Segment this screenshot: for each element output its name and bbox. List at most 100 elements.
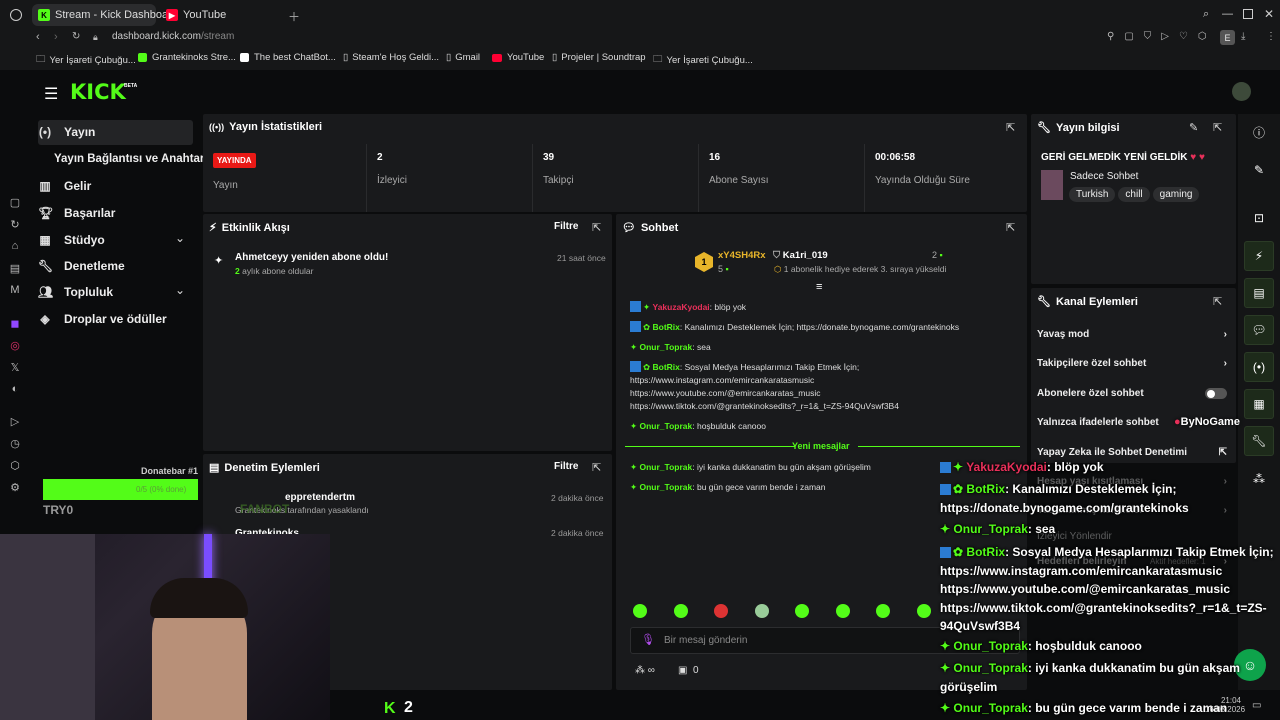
leader-name[interactable]: xY4SH4Rx — [718, 250, 766, 261]
sidebar-item-droplar[interactable]: ◈ Droplar ve ödüller — [38, 307, 166, 331]
sidebar-item-studyo[interactable]: ▦ Stüdyo — [38, 228, 104, 252]
browser-side-icon[interactable]: ▢ — [4, 196, 26, 209]
popout-icon[interactable]: ⇱ — [1006, 221, 1015, 234]
instagram-icon[interactable]: ◎ — [4, 339, 26, 352]
collapse-icon[interactable]: ≡ — [816, 281, 822, 293]
tab-youtube[interactable]: ▶ YouTube — [160, 4, 280, 26]
chat-icon[interactable]: 💬︎ — [1244, 315, 1274, 345]
play-icon[interactable]: ▷ — [4, 415, 26, 428]
kick-logo[interactable]: KICK — [70, 80, 126, 104]
emote-icon[interactable] — [714, 604, 728, 618]
emote-icon[interactable] — [674, 604, 688, 618]
bookmark-gmail[interactable]: ▯ Gmail — [446, 52, 480, 63]
history-icon[interactable]: ↻ — [4, 218, 26, 231]
bookmark-youtube[interactable]: YouTube — [492, 52, 544, 63]
clock-icon[interactable]: ◷ — [4, 437, 26, 450]
hamburger-menu-icon[interactable]: ☰ — [44, 84, 58, 104]
wallet-icon[interactable]: ▤ — [4, 262, 26, 275]
subscribers-only[interactable]: Abonelere özel sohbet — [1037, 388, 1227, 399]
bookmark-steam[interactable]: ▯ Steam'e Hoş Geldi... — [343, 52, 439, 63]
x-icon[interactable]: 𝕏 — [4, 361, 26, 374]
sidebar-item-denetleme[interactable]: 🔧︎ Denetleme — [38, 254, 125, 278]
chat-message: ✦ Onur_Toprak: hoşbulduk canooo — [630, 421, 766, 431]
info-icon[interactable]: ⓘ — [1244, 117, 1274, 147]
popout-icon[interactable]: ⇱ — [1006, 121, 1015, 134]
search-tabs-icon[interactable]: ⌕ — [1203, 8, 1209, 21]
people-icon: 👥︎ — [38, 285, 54, 299]
mail-icon[interactable]: M — [4, 284, 26, 296]
tab-kick-dashboard[interactable]: K Stream - Kick Dashboard — [32, 4, 178, 26]
stat-viewers: 2 İzleyici — [367, 144, 533, 212]
bookmark-grantekinoks[interactable]: Grantekinoks Stre... — [138, 52, 236, 63]
sidebar-item-gelir[interactable]: ▥ Gelir — [38, 174, 91, 198]
emote-icon[interactable] — [755, 604, 769, 618]
bookmark-chatbot[interactable]: The best ChatBot... — [240, 52, 336, 63]
points-row[interactable]: ⁂ ∞ — [635, 665, 655, 676]
stat-live: YAYINDA Yayın — [203, 144, 367, 212]
tab-title: YouTube — [183, 9, 227, 21]
mod-log-icon[interactable]: ▦ — [1244, 389, 1274, 419]
notification-icon[interactable]: ▭ — [1252, 700, 1261, 711]
profile-avatar[interactable]: E — [1220, 30, 1235, 45]
menu-icon[interactable]: ⋮ — [1266, 31, 1276, 42]
store-icon[interactable]: ⌂ — [4, 240, 26, 252]
stat-value: 39 — [543, 152, 555, 163]
settings-icon[interactable]: ⚙ — [4, 481, 26, 494]
forward-icon[interactable]: › — [54, 31, 58, 43]
new-tab-icon[interactable]: ＋ — [288, 8, 300, 25]
document-icon[interactable]: ▤ — [1244, 278, 1274, 308]
popout-icon[interactable]: ⇱ — [1213, 295, 1222, 308]
downloads-icon[interactable]: ⤓ — [1241, 31, 1245, 42]
stream-info-header: 🔧︎ Yayın bilgisi — [1037, 121, 1120, 135]
emote-icon[interactable] — [917, 604, 931, 618]
chart-icon: ▥ — [39, 179, 51, 193]
leader2[interactable]: ⛉ Ka1ri_019 — [773, 250, 828, 261]
followers-only[interactable]: Takipçilere özel sohbet › — [1037, 358, 1227, 369]
sidebar-item-basarilar[interactable]: 🏆︎ Başarılar — [38, 201, 115, 225]
popout-icon[interactable]: ⇱ — [592, 221, 601, 234]
broadcast-icon[interactable]: (•) — [1244, 352, 1274, 382]
bookmark-soundtrap[interactable]: ▯ Projeler | Soundtrap — [552, 52, 646, 63]
edit-icon[interactable]: ✎ — [1189, 121, 1198, 134]
filter-button[interactable]: Filtre — [554, 461, 578, 472]
reload-icon[interactable]: ↻ — [72, 31, 80, 42]
chevron-down-icon[interactable]: ⌄ — [175, 283, 185, 297]
close-window-icon[interactable]: ✕ — [1264, 7, 1274, 21]
maximize-icon[interactable] — [1243, 9, 1253, 19]
gift-row[interactable]: ▣ 0 — [678, 665, 699, 676]
back-icon[interactable]: ‹ — [36, 31, 40, 43]
stat-label: Takipçi — [543, 175, 574, 186]
lightning-icon[interactable]: ⚡︎ — [1244, 241, 1274, 271]
user-avatar[interactable] — [1232, 82, 1251, 101]
emote-icon[interactable] — [633, 604, 647, 618]
edit-icon[interactable]: ✎ — [1244, 155, 1274, 185]
filter-button[interactable]: Filtre — [554, 221, 578, 232]
url-field[interactable]: dashboard.kick.com/stream — [112, 31, 234, 42]
emote-icon[interactable] — [836, 604, 850, 618]
bookmark-folder-2[interactable]: 🗀︎ Yer İşareti Çubuğu... — [653, 52, 753, 68]
emote-icon[interactable] — [876, 604, 890, 618]
popout-icon[interactable]: ⇱ — [1213, 121, 1222, 134]
puzzle-icon[interactable]: ⬡ — [4, 459, 26, 472]
sidebar-item-yayin[interactable]: (•) Yayın — [38, 120, 95, 144]
event-time: 21 saat önce — [557, 253, 606, 263]
toggle-switch[interactable] — [1205, 388, 1227, 399]
extension-icons[interactable]: ⚲▢⛉▷♡⬡ — [1107, 31, 1217, 42]
ai-moderation[interactable]: Yapay Zeka ile Sohbet Denetimi ⇱ — [1037, 447, 1227, 458]
chevron-down-icon[interactable]: ⌄ — [175, 231, 185, 245]
emote-icon[interactable] — [795, 604, 809, 618]
slow-mode[interactable]: Yavaş mod › — [1037, 329, 1227, 340]
bookmark-folder[interactable]: 🗀︎ Yer İşareti Çubuğu... — [36, 52, 136, 68]
app-root: K Stream - Kick Dashboard ▶ YouTube ＋ ⌕ … — [0, 0, 1280, 720]
minimize-icon[interactable]: — — [1222, 8, 1233, 20]
browser-logo-icon[interactable] — [10, 9, 22, 21]
discord-icon[interactable]: ◐ — [4, 383, 26, 395]
emote-only[interactable]: Yalnızca ifadelerle sohbet — [1037, 417, 1167, 428]
sidebar-item-stream-key[interactable]: Yayın Bağlantısı ve Anahtarı — [54, 147, 208, 171]
popout-icon[interactable]: ⇱ — [592, 461, 601, 474]
mic-icon[interactable]: 🎙︎ — [641, 633, 655, 646]
twitch-icon[interactable]: ◼ — [4, 317, 26, 330]
wrench-icon[interactable]: 🔧︎ — [1244, 426, 1274, 456]
sidebar-item-topluluk[interactable]: 👥︎ Topluluk — [38, 280, 113, 304]
camera-icon[interactable]: ⊡ — [1244, 203, 1274, 233]
